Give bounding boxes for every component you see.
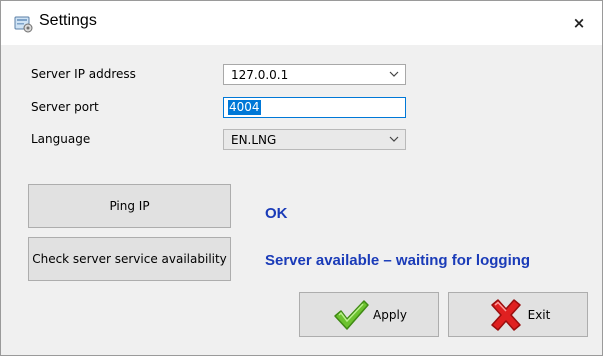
apply-label: Apply bbox=[373, 307, 407, 322]
checkmark-icon bbox=[334, 299, 369, 330]
close-icon: × bbox=[572, 14, 586, 32]
title-bar: Settings × bbox=[1, 1, 602, 45]
settings-app-icon bbox=[14, 16, 33, 33]
close-button[interactable]: × bbox=[556, 1, 602, 45]
language-dropdown[interactable]: EN.LNG bbox=[223, 129, 406, 150]
chevron-down-icon[interactable] bbox=[389, 71, 399, 78]
exit-label: Exit bbox=[527, 307, 551, 322]
ping-ip-button[interactable]: Ping IP bbox=[28, 184, 231, 228]
check-service-button[interactable]: Check server service availability bbox=[28, 237, 231, 281]
server-port-value: 4004 bbox=[228, 100, 261, 115]
ping-ip-label: Ping IP bbox=[109, 199, 150, 213]
service-status: Server available – waiting for logging bbox=[265, 252, 531, 269]
language-value: EN.LNG bbox=[231, 133, 277, 147]
red-x-icon bbox=[490, 298, 521, 331]
window-title: Settings bbox=[39, 12, 97, 29]
exit-button[interactable]: Exit bbox=[448, 292, 588, 337]
chevron-down-icon[interactable] bbox=[389, 136, 399, 143]
ping-status: OK bbox=[265, 205, 288, 222]
server-ip-value: 127.0.0.1 bbox=[231, 68, 289, 82]
language-label: Language bbox=[31, 132, 91, 146]
server-ip-combobox[interactable]: 127.0.0.1 bbox=[223, 64, 406, 85]
check-service-label: Check server service availability bbox=[32, 252, 227, 266]
server-ip-label: Server IP address bbox=[31, 67, 136, 81]
server-port-label: Server port bbox=[31, 100, 99, 114]
settings-window: Settings × Server IP address 127.0.0.1 S… bbox=[0, 0, 603, 356]
apply-button[interactable]: Apply bbox=[299, 292, 439, 337]
server-port-input[interactable]: 4004 bbox=[223, 97, 406, 118]
